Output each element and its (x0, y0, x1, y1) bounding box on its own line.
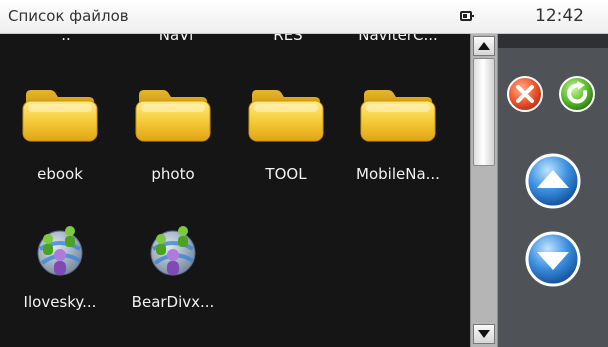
title-bar: Список файлов 12:42 (0, 0, 608, 34)
file-item[interactable]: NaVi (118, 34, 234, 44)
users-globe-icon (150, 226, 196, 276)
file-label: BearDivx... (131, 293, 215, 311)
file-label: RES (273, 34, 303, 44)
folder-icon (135, 90, 211, 142)
folder-item-mobilena[interactable]: MobileNa... (340, 87, 456, 183)
scroll-up-button[interactable] (473, 36, 495, 56)
file-item[interactable]: RES (230, 34, 346, 44)
vertical-scrollbar[interactable] (470, 34, 498, 347)
file-item[interactable]: NaviterC... (340, 34, 456, 44)
page-up-button[interactable] (524, 152, 582, 210)
scroll-down-arrow-icon (478, 330, 490, 338)
close-button[interactable] (506, 75, 544, 113)
battery-icon (460, 11, 474, 21)
window-title: Список файлов (8, 7, 129, 25)
file-label: NaVi (158, 34, 194, 44)
folder-icon (248, 90, 324, 142)
folder-item-tool[interactable]: TOOL (228, 87, 344, 183)
folder-icon (22, 90, 98, 142)
file-item-ilovesky[interactable]: Ilovesky... (2, 219, 118, 311)
scroll-up-arrow-icon (478, 42, 490, 50)
folder-label: ebook (37, 165, 83, 183)
folder-label: photo (151, 165, 195, 183)
folder-label: TOOL (265, 165, 307, 183)
file-label: NaviterC... (358, 34, 438, 44)
folder-item-ebook[interactable]: ebook (2, 87, 118, 183)
file-item-beardivx[interactable]: BearDivx... (115, 219, 231, 311)
file-label: .. (61, 34, 71, 44)
clock: 12:42 (535, 6, 584, 26)
file-label: Ilovesky... (23, 293, 97, 311)
file-item-parent[interactable]: .. (8, 34, 124, 44)
folder-icon (360, 90, 436, 142)
scroll-down-button[interactable] (473, 324, 495, 344)
page-down-button[interactable] (524, 230, 582, 288)
file-grid: .. NaVi RES NaviterC... ebook photo TOOL (0, 34, 470, 347)
panel-header-band (498, 34, 608, 48)
control-panel (498, 34, 608, 347)
users-globe-icon (37, 226, 83, 276)
refresh-button[interactable] (558, 75, 596, 113)
folder-label: MobileNa... (356, 165, 440, 183)
scroll-thumb[interactable] (473, 58, 495, 166)
folder-item-photo[interactable]: photo (115, 87, 231, 183)
